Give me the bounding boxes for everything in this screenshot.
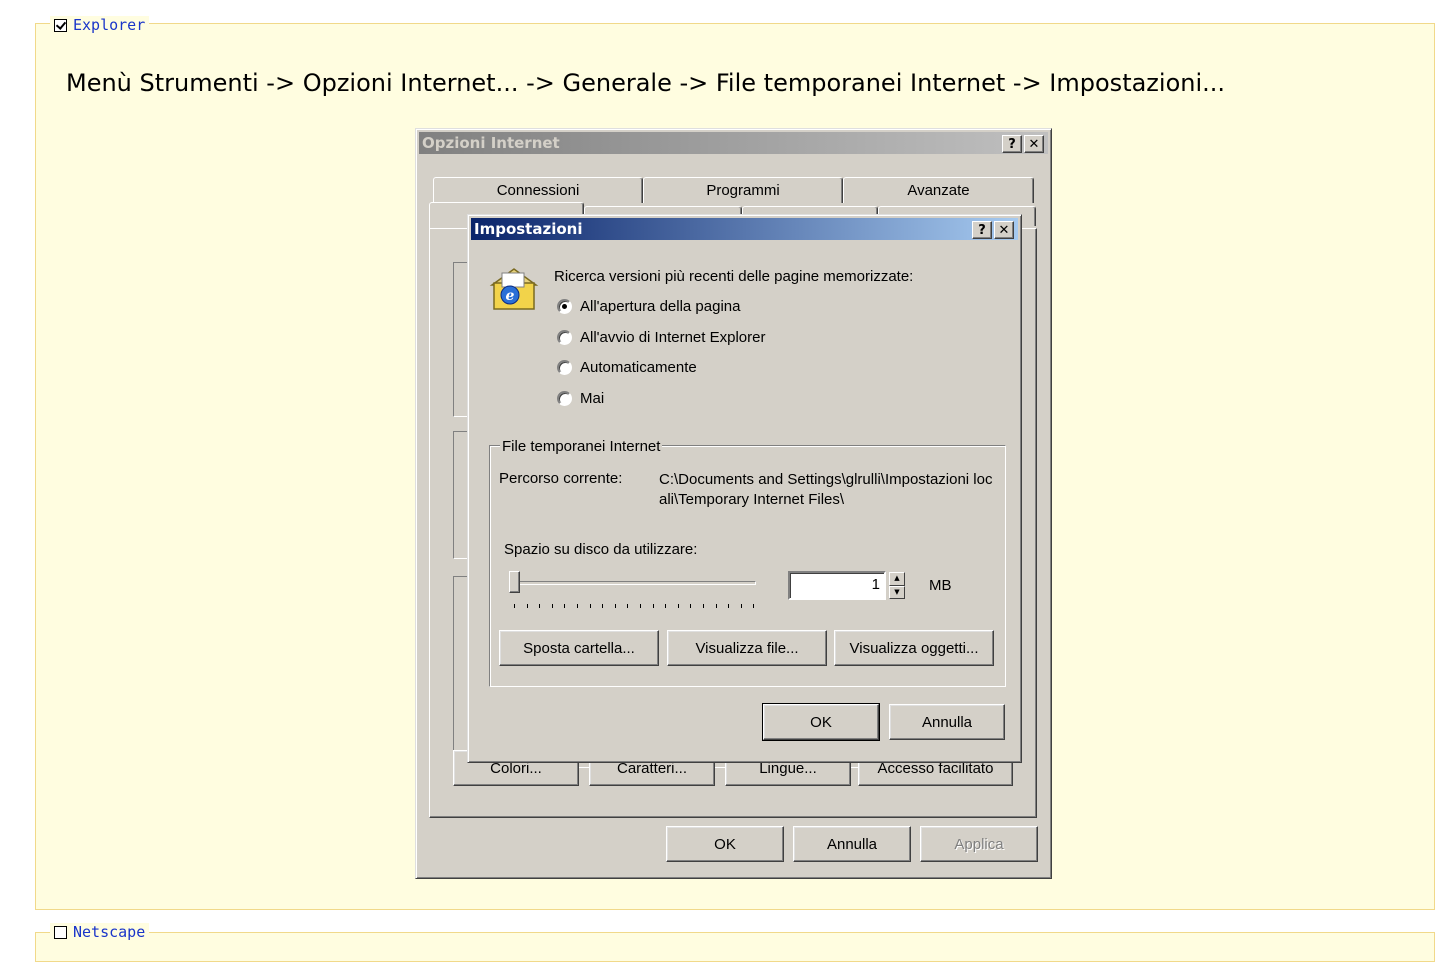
slider-tick	[740, 604, 742, 608]
explorer-label[interactable]: Explorer	[73, 16, 145, 34]
view-files-button[interactable]: Visualizza file...	[667, 630, 827, 666]
help-icon[interactable]: ?	[972, 221, 992, 239]
internet-options-titlebar[interactable]: Opzioni Internet	[419, 132, 1048, 154]
radio-button[interactable]	[557, 360, 572, 375]
ie-folder-icon: e	[489, 268, 539, 310]
tab-avanzate[interactable]: Avanzate	[843, 177, 1034, 203]
radio-on-ie-start[interactable]: All'avvio di Internet Explorer	[557, 329, 765, 346]
current-path-value: C:\Documents and Settings\glrulli\Impost…	[659, 471, 993, 508]
disk-space-slider-track[interactable]	[510, 581, 756, 585]
help-icon[interactable]: ?	[1002, 135, 1022, 153]
instruction-path: Menù Strumenti -> Opzioni Internet... ->…	[66, 69, 1226, 97]
spin-down-icon[interactable]: ▼	[889, 585, 905, 599]
close-icon[interactable]: ✕	[994, 221, 1014, 239]
slider-tick	[703, 604, 704, 608]
settings-titlebar[interactable]: Impostazioni	[471, 218, 1018, 240]
explorer-checkbox[interactable]	[54, 18, 67, 32]
outer-ok-button[interactable]: OK	[666, 826, 784, 862]
slider-tick	[690, 604, 692, 608]
move-folder-button[interactable]: Sposta cartella...	[499, 630, 659, 666]
apply-button: Applica	[920, 826, 1038, 862]
slider-tick	[665, 604, 667, 608]
netscape-panel	[35, 932, 1435, 962]
disk-space-spinner[interactable]: ▲ ▼	[889, 572, 905, 599]
outer-cancel-button[interactable]: Annulla	[793, 826, 911, 862]
slider-tick	[564, 604, 566, 608]
radio-on-page-open[interactable]: All'apertura della pagina	[557, 298, 740, 315]
radio-automatic[interactable]: Automaticamente	[557, 359, 697, 376]
slider-tick	[526, 604, 528, 608]
netscape-legend[interactable]: Netscape	[50, 923, 150, 941]
slider-tick	[627, 604, 629, 608]
radio-button[interactable]	[557, 330, 572, 345]
current-path-label: Percorso corrente:	[499, 470, 623, 487]
slider-tick	[753, 604, 755, 608]
internet-options-title: Opzioni Internet	[422, 134, 560, 152]
slider-tick	[539, 604, 541, 608]
slider-tick	[514, 604, 515, 608]
slider-tick	[551, 604, 553, 608]
disk-space-unit: MB	[929, 577, 952, 594]
slider-tick	[728, 604, 730, 608]
netscape-checkbox[interactable]	[54, 925, 67, 939]
slider-tick	[715, 604, 717, 608]
cancel-button[interactable]: Annulla	[889, 704, 1005, 740]
temp-files-group-title: File temporanei Internet	[500, 438, 663, 455]
settings-title: Impostazioni	[474, 220, 583, 238]
slider-tick	[602, 604, 604, 608]
radio-button[interactable]	[557, 299, 572, 314]
tab-programmi[interactable]: Programmi	[643, 177, 843, 203]
disk-space-slider-thumb[interactable]	[509, 571, 520, 593]
slider-tick	[577, 604, 578, 608]
svg-text:e: e	[506, 288, 515, 304]
slider-tick	[640, 604, 641, 608]
slider-tick	[652, 604, 654, 608]
radio-never[interactable]: Mai	[557, 390, 604, 407]
tab-connessioni[interactable]: Connessioni	[433, 177, 643, 203]
spin-up-icon[interactable]: ▲	[889, 572, 905, 586]
slider-tick	[677, 604, 679, 608]
slider-tick	[589, 604, 591, 608]
check-newer-label: Ricerca versioni più recenti delle pagin…	[554, 268, 914, 285]
netscape-label[interactable]: Netscape	[73, 923, 145, 941]
slider-tick	[614, 604, 616, 608]
explorer-legend[interactable]: Explorer	[50, 16, 150, 34]
close-icon[interactable]: ✕	[1024, 135, 1044, 153]
disk-space-input[interactable]: 1	[788, 571, 886, 600]
view-objects-button[interactable]: Visualizza oggetti...	[834, 630, 994, 666]
ok-button[interactable]: OK	[762, 703, 880, 741]
settings-dialog: Impostazioni ? ✕ e Ricerca versioni più …	[467, 214, 1022, 763]
disk-space-label: Spazio su disco da utilizzare:	[504, 541, 698, 558]
radio-button[interactable]	[557, 391, 572, 406]
